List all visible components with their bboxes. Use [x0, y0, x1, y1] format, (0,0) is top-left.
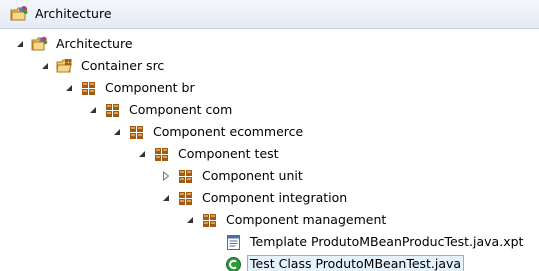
java-class-icon: [226, 256, 241, 271]
expanded-arrow-icon[interactable]: [112, 127, 122, 137]
project-icon: [31, 36, 48, 50]
package-icon: [203, 213, 216, 227]
tree-node-label: Component test: [178, 146, 279, 161]
expanded-arrow-icon[interactable]: [185, 215, 195, 225]
tree-node-label: Component management: [226, 212, 387, 227]
tree-node-architecture[interactable]: Architecture: [15, 33, 136, 55]
package-icon: [179, 169, 192, 183]
expanded-arrow-icon[interactable]: [64, 83, 74, 93]
package-icon: [179, 191, 192, 205]
project-icon: [10, 6, 28, 21]
architecture-view: Architecture Architecture Container src …: [0, 0, 539, 271]
tree-node-label: Component unit: [202, 168, 303, 183]
package-icon: [106, 103, 119, 117]
tree-node-label: Container src: [81, 58, 165, 73]
tree-node-template-file[interactable]: Template ProdutoMBeanProducTest.java.xpt: [209, 231, 526, 253]
expanded-arrow-icon[interactable]: [15, 39, 25, 49]
source-folder-icon: [56, 58, 72, 72]
tree-node-label: Component com: [129, 102, 233, 117]
package-icon: [82, 81, 95, 95]
package-icon: [155, 147, 168, 161]
tree-node-label: Component integration: [202, 190, 348, 205]
tree-node-component-ecommerce[interactable]: Component ecommerce: [112, 121, 306, 143]
expanded-arrow-icon[interactable]: [161, 193, 171, 203]
tree-node-component-com[interactable]: Component com: [88, 99, 235, 121]
template-file-icon: [227, 234, 240, 250]
expanded-arrow-icon[interactable]: [137, 149, 147, 159]
view-title-bar: Architecture: [0, 0, 539, 29]
tree-node-label: Component ecommerce: [153, 124, 304, 139]
tree-node-container-src[interactable]: Container src: [40, 55, 167, 77]
collapsed-arrow-icon[interactable]: [161, 171, 171, 181]
tree-node-component-test[interactable]: Component test: [137, 143, 282, 165]
tree-node-component-unit[interactable]: Component unit: [161, 165, 306, 187]
package-icon: [130, 125, 143, 139]
tree-node-label: Template ProdutoMBeanProducTest.java.xpt: [250, 234, 524, 249]
expanded-arrow-icon[interactable]: [40, 61, 50, 71]
tree-node-label: Component br: [105, 80, 195, 95]
tree-node-test-class[interactable]: Test Class ProdutoMBeanTest.java: [209, 253, 465, 271]
architecture-tree[interactable]: Architecture Container src Component br …: [0, 29, 539, 271]
tree-node-label: Architecture: [56, 36, 133, 51]
tree-node-label: Test Class ProdutoMBeanTest.java: [247, 255, 465, 271]
tree-node-component-br[interactable]: Component br: [64, 77, 198, 99]
expanded-arrow-icon[interactable]: [88, 105, 98, 115]
tree-node-component-integration[interactable]: Component integration: [161, 187, 350, 209]
tree-node-component-management[interactable]: Component management: [185, 209, 389, 231]
view-title: Architecture: [35, 6, 112, 21]
